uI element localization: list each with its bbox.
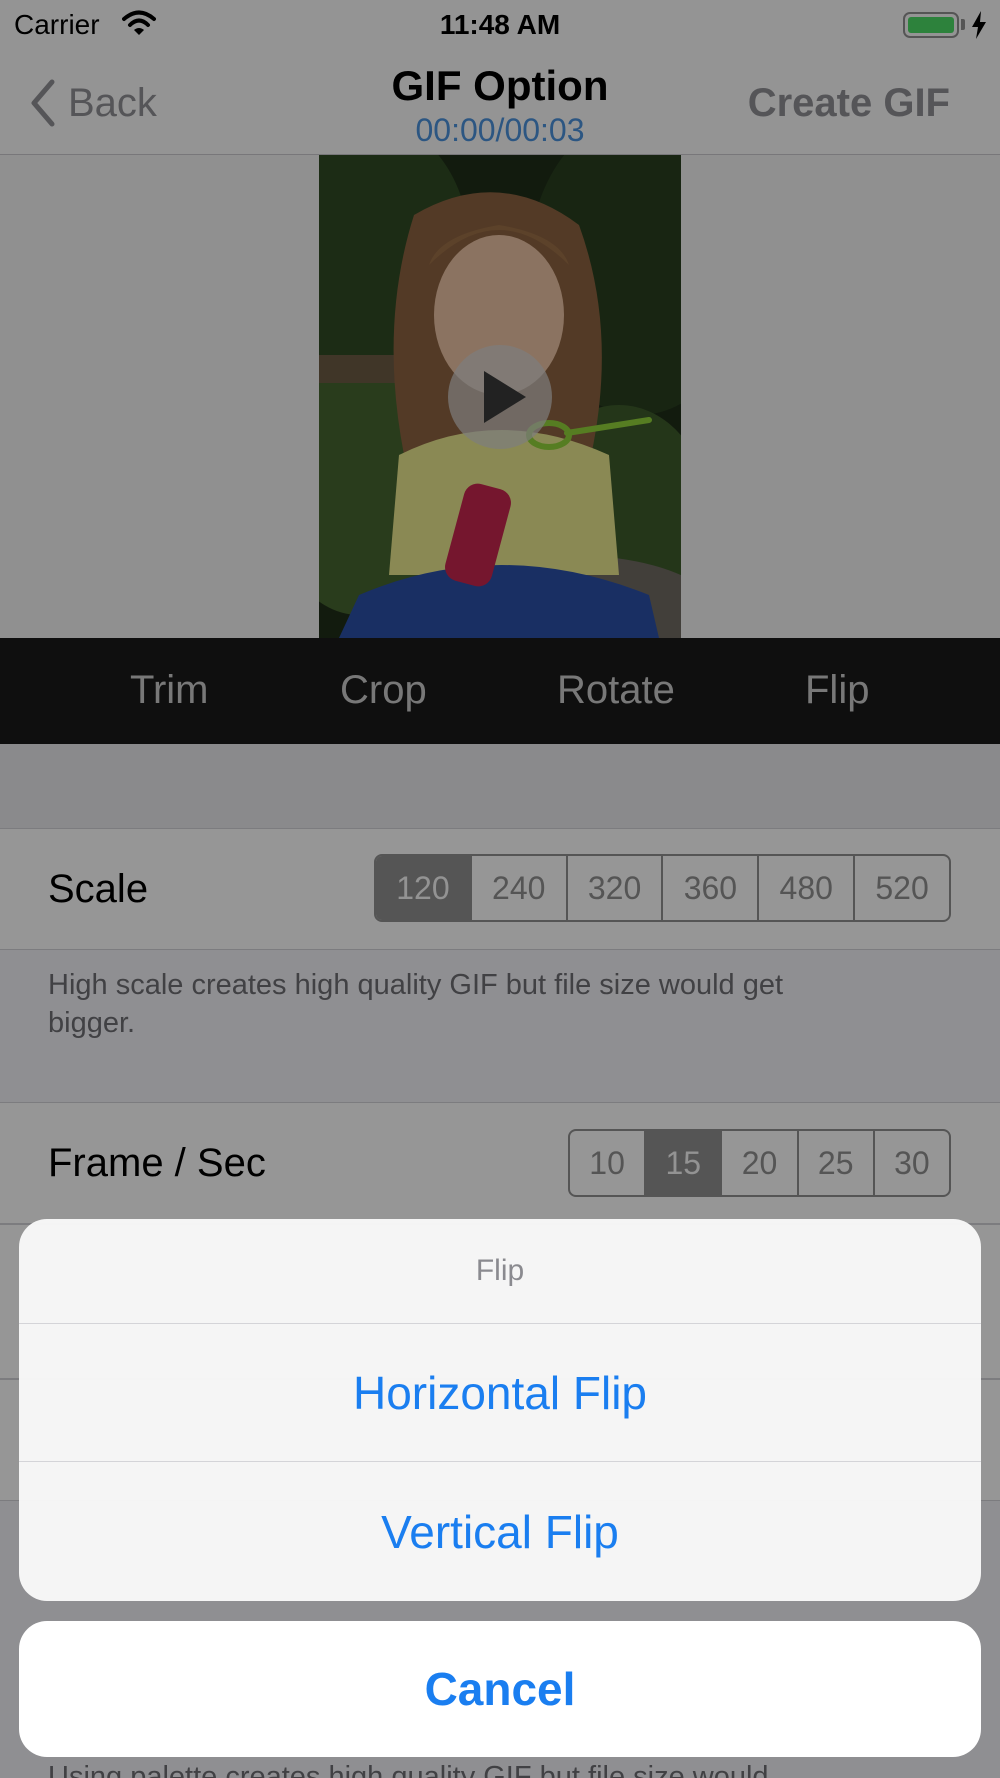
cancel-button[interactable]: Cancel bbox=[19, 1621, 981, 1757]
vertical-flip-button[interactable]: Vertical Flip bbox=[19, 1463, 981, 1601]
horizontal-flip-button[interactable]: Horizontal Flip bbox=[19, 1324, 981, 1462]
action-sheet-title: Flip bbox=[19, 1219, 981, 1324]
flip-action-sheet: Flip Horizontal Flip Vertical Flip bbox=[19, 1219, 981, 1601]
